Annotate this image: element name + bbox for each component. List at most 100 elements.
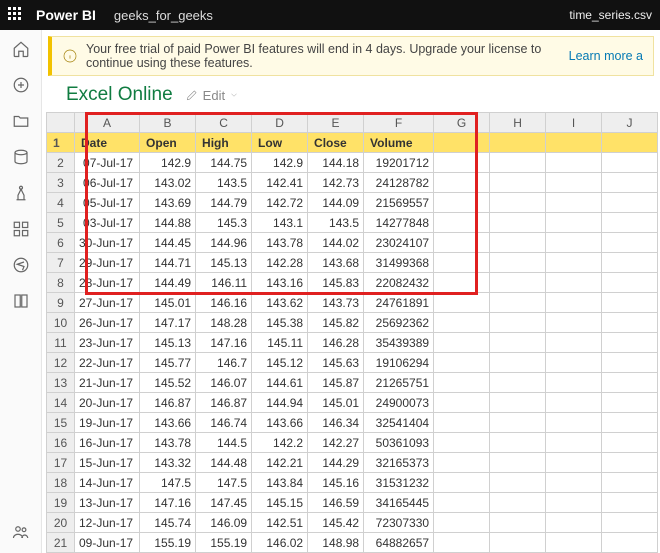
cell[interactable]: 32541404 <box>364 413 434 433</box>
col-header-b[interactable]: B <box>140 113 196 133</box>
cell[interactable]: 142.41 <box>252 173 308 193</box>
cell[interactable]: 144.71 <box>140 253 196 273</box>
cell[interactable]: 72307330 <box>364 513 434 533</box>
row-header[interactable]: 4 <box>47 193 75 213</box>
metrics-icon[interactable] <box>12 184 30 202</box>
table-row[interactable]: 306-Jul-17143.02143.5142.41142.732412878… <box>47 173 658 193</box>
cell[interactable]: 31531232 <box>364 473 434 493</box>
cell[interactable]: 142.2 <box>252 433 308 453</box>
cell[interactable]: 12-Jun-17 <box>75 513 140 533</box>
table-row[interactable]: 1026-Jun-17147.17148.28145.38145.8225692… <box>47 313 658 333</box>
cell[interactable]: 143.84 <box>252 473 308 493</box>
cell[interactable]: 147.16 <box>196 333 252 353</box>
cell[interactable]: 09-Jun-17 <box>75 533 140 553</box>
cell[interactable]: 142.73 <box>308 173 364 193</box>
cell[interactable]: 144.18 <box>308 153 364 173</box>
cell[interactable]: 19106294 <box>364 353 434 373</box>
data-header[interactable]: High <box>196 133 252 153</box>
cell[interactable]: 143.1 <box>252 213 308 233</box>
cell[interactable]: 147.5 <box>196 473 252 493</box>
cell[interactable]: 15-Jun-17 <box>75 453 140 473</box>
cell[interactable]: 142.28 <box>252 253 308 273</box>
table-row[interactable]: 1123-Jun-17145.13147.16145.11146.2835439… <box>47 333 658 353</box>
cell[interactable]: 145.77 <box>140 353 196 373</box>
cell[interactable]: 26-Jun-17 <box>75 313 140 333</box>
home-icon[interactable] <box>12 40 30 58</box>
data-header[interactable]: Open <box>140 133 196 153</box>
data-header[interactable]: Close <box>308 133 364 153</box>
cell[interactable]: 16-Jun-17 <box>75 433 140 453</box>
table-row[interactable]: 2109-Jun-17155.19155.19146.02148.9864882… <box>47 533 658 553</box>
data-header[interactable]: Volume <box>364 133 434 153</box>
cell[interactable]: 142.51 <box>252 513 308 533</box>
table-row[interactable]: 1519-Jun-17143.66146.74143.66146.3432541… <box>47 413 658 433</box>
cell[interactable]: 14-Jun-17 <box>75 473 140 493</box>
cell[interactable]: 145.83 <box>308 273 364 293</box>
cell[interactable]: 147.45 <box>196 493 252 513</box>
data-header[interactable]: Date <box>75 133 140 153</box>
cell[interactable]: 145.12 <box>252 353 308 373</box>
row-header[interactable]: 8 <box>47 273 75 293</box>
workspaces-icon[interactable] <box>12 292 30 310</box>
cell[interactable]: 143.78 <box>140 433 196 453</box>
cell[interactable]: 142.27 <box>308 433 364 453</box>
table-row[interactable]: 927-Jun-17145.01146.16143.62143.73247618… <box>47 293 658 313</box>
cell[interactable]: 145.13 <box>196 253 252 273</box>
cell[interactable]: 145.52 <box>140 373 196 393</box>
cell[interactable]: 07-Jul-17 <box>75 153 140 173</box>
row-header[interactable]: 15 <box>47 413 75 433</box>
cell[interactable]: 143.5 <box>196 173 252 193</box>
cell[interactable]: 14277848 <box>364 213 434 233</box>
cell[interactable]: 143.68 <box>308 253 364 273</box>
cell[interactable]: 144.02 <box>308 233 364 253</box>
table-row[interactable]: 630-Jun-17144.45144.96143.78144.02230241… <box>47 233 658 253</box>
cell[interactable]: 05-Jul-17 <box>75 193 140 213</box>
select-all-cell[interactable] <box>47 113 75 133</box>
cell[interactable]: 144.48 <box>196 453 252 473</box>
cell[interactable]: 145.42 <box>308 513 364 533</box>
cell[interactable]: 22082432 <box>364 273 434 293</box>
cell[interactable]: 146.7 <box>196 353 252 373</box>
cell[interactable]: 145.3 <box>196 213 252 233</box>
row-header[interactable]: 20 <box>47 513 75 533</box>
row-header[interactable]: 13 <box>47 373 75 393</box>
cell[interactable]: 144.09 <box>308 193 364 213</box>
row-header[interactable]: 1 <box>47 133 75 153</box>
row-header[interactable]: 14 <box>47 393 75 413</box>
cell[interactable]: 144.29 <box>308 453 364 473</box>
cell[interactable]: 146.07 <box>196 373 252 393</box>
row-header[interactable]: 12 <box>47 353 75 373</box>
cell[interactable]: 25692362 <box>364 313 434 333</box>
data-hub-icon[interactable] <box>12 148 30 166</box>
table-row[interactable]: 1222-Jun-17145.77146.7145.12145.63191062… <box>47 353 658 373</box>
cell[interactable]: 143.02 <box>140 173 196 193</box>
cell[interactable]: 144.61 <box>252 373 308 393</box>
table-row[interactable]: 1321-Jun-17145.52146.07144.61145.8721265… <box>47 373 658 393</box>
cell[interactable]: 145.15 <box>252 493 308 513</box>
col-header-a[interactable]: A <box>75 113 140 133</box>
learn-icon[interactable] <box>12 256 30 274</box>
cell[interactable]: 142.21 <box>252 453 308 473</box>
row-header[interactable]: 3 <box>47 173 75 193</box>
table-row[interactable]: 405-Jul-17143.69144.79142.72144.09215695… <box>47 193 658 213</box>
table-row[interactable]: 1420-Jun-17146.87146.87144.94145.0124900… <box>47 393 658 413</box>
cell[interactable]: 21265751 <box>364 373 434 393</box>
table-row[interactable]: 1814-Jun-17147.5147.5143.84145.163153123… <box>47 473 658 493</box>
table-row[interactable]: 828-Jun-17144.49146.11143.16145.83220824… <box>47 273 658 293</box>
cell[interactable]: 24761891 <box>364 293 434 313</box>
cell[interactable]: 144.94 <box>252 393 308 413</box>
cell[interactable]: 143.32 <box>140 453 196 473</box>
cell[interactable]: 146.16 <box>196 293 252 313</box>
cell[interactable]: 145.01 <box>308 393 364 413</box>
cell[interactable]: 22-Jun-17 <box>75 353 140 373</box>
cell[interactable]: 146.28 <box>308 333 364 353</box>
row-header[interactable]: 10 <box>47 313 75 333</box>
cell[interactable]: 19201712 <box>364 153 434 173</box>
cell[interactable]: 143.66 <box>140 413 196 433</box>
cell[interactable]: 28-Jun-17 <box>75 273 140 293</box>
cell[interactable]: 145.11 <box>252 333 308 353</box>
cell[interactable]: 146.59 <box>308 493 364 513</box>
row-header[interactable]: 7 <box>47 253 75 273</box>
cell[interactable]: 146.74 <box>196 413 252 433</box>
row-header[interactable]: 21 <box>47 533 75 553</box>
